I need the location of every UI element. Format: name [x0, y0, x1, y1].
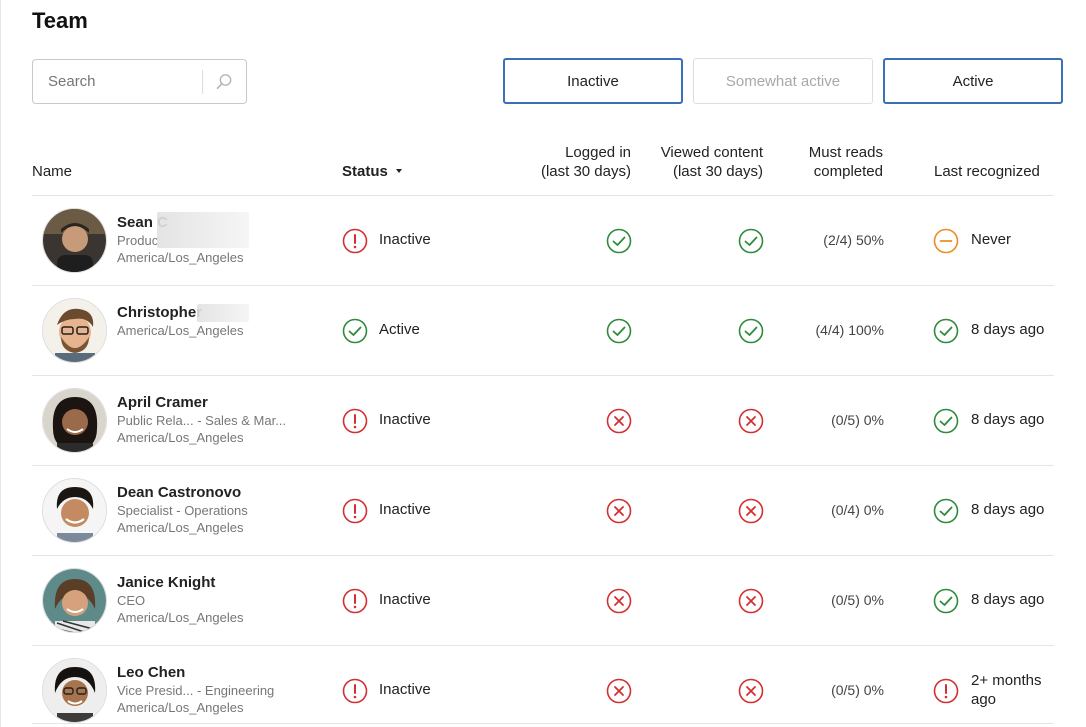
- user-name[interactable]: Janice Knight: [117, 574, 215, 591]
- check-icon: [738, 318, 764, 344]
- x-icon: [606, 678, 632, 704]
- last-recognized-value: 8 days ago: [971, 591, 1045, 608]
- check-icon: [933, 588, 959, 614]
- check-icon: [738, 228, 764, 254]
- must-reads-value: (0/5) 0%: [831, 682, 884, 698]
- table-row[interactable]: Sean C Produc America/Los_Angeles Inacti…: [1, 196, 1086, 286]
- user-role: Specialist - Operations: [117, 503, 248, 518]
- last-recognized-value: 8 days ago: [971, 321, 1045, 338]
- table-row[interactable]: Janice Knight CEO America/Los_Angeles In…: [1, 556, 1086, 646]
- status-text: Inactive: [379, 231, 431, 248]
- redaction-blur: [197, 304, 249, 322]
- team-page: Team Inactive Somewhat active Active Nam…: [0, 0, 1086, 727]
- x-icon: [606, 408, 632, 434]
- x-icon: [738, 588, 764, 614]
- column-header-last-recognized[interactable]: Last recognized: [934, 162, 1040, 181]
- user-role: CEO: [117, 593, 146, 608]
- check-icon: [933, 408, 959, 434]
- status-text: Inactive: [379, 591, 431, 608]
- user-timezone: America/Los_Angeles: [117, 700, 244, 715]
- table-row[interactable]: Leo Chen Vice Presid... - Engineering Am…: [1, 646, 1086, 727]
- search-divider: [202, 70, 203, 94]
- last-recognized-value: 8 days ago: [971, 411, 1045, 428]
- table-row[interactable]: Christopher America/Los_Angeles Active (…: [1, 286, 1086, 376]
- column-header-logged-in[interactable]: Logged in (last 30 days): [541, 143, 631, 181]
- user-role: Public Rela... - Sales & Mar...: [117, 413, 287, 428]
- user-name[interactable]: April Cramer: [117, 394, 208, 411]
- search-box[interactable]: [32, 59, 247, 104]
- avatar: [42, 568, 107, 633]
- x-icon: [606, 588, 632, 614]
- sort-down-icon: [396, 169, 403, 173]
- user-timezone: America/Los_Angeles: [117, 520, 244, 535]
- table-row[interactable]: April Cramer Public Rela... - Sales & Ma…: [1, 376, 1086, 466]
- user-timezone: America/Los_Angeles: [117, 610, 244, 625]
- search-input[interactable]: [34, 61, 202, 102]
- last-recognized-value: Never: [971, 231, 1012, 248]
- avatar: [42, 298, 107, 363]
- minus-icon: [933, 228, 959, 254]
- status-text: Inactive: [379, 411, 431, 428]
- page-title: Team: [32, 8, 88, 33]
- check-icon: [342, 318, 368, 344]
- filter-somewhat-active-button[interactable]: Somewhat active: [693, 58, 873, 104]
- column-header-status[interactable]: Status: [342, 162, 404, 181]
- viewed-header-line2: (last 30 days): [672, 163, 763, 180]
- column-header-must-reads[interactable]: Must reads completed: [809, 143, 883, 181]
- user-timezone: America/Los_Angeles: [117, 250, 244, 265]
- column-header-viewed-content[interactable]: Viewed content (last 30 days): [661, 143, 763, 181]
- check-icon: [606, 228, 632, 254]
- x-icon: [738, 408, 764, 434]
- last-recognized-value: 2+ months ago: [971, 672, 1042, 708]
- user-name[interactable]: Leo Chen: [117, 664, 185, 681]
- column-header-name[interactable]: Name: [32, 162, 72, 181]
- must-reads-header-line2: completed: [813, 163, 883, 180]
- avatar: [42, 478, 107, 543]
- last-recognized-value: 8 days ago: [971, 501, 1045, 518]
- table-row[interactable]: Dean Castronovo Specialist - Operations …: [1, 466, 1086, 556]
- search-icon[interactable]: [214, 72, 234, 92]
- must-reads-value: (0/5) 0%: [831, 412, 884, 428]
- must-reads-value: (0/4) 0%: [831, 502, 884, 518]
- user-name[interactable]: Dean Castronovo: [117, 484, 241, 501]
- x-icon: [738, 498, 764, 524]
- row-divider: [32, 723, 1054, 724]
- alert-icon: [342, 678, 368, 704]
- filter-inactive-button[interactable]: Inactive: [503, 58, 683, 104]
- must-reads-value: (4/4) 100%: [815, 322, 884, 338]
- user-role: Vice Presid... - Engineering: [117, 683, 275, 698]
- status-header-label: Status: [342, 163, 388, 180]
- must-reads-value: (0/5) 0%: [831, 592, 884, 608]
- avatar: [42, 388, 107, 453]
- user-role: Produc: [117, 233, 159, 248]
- redaction-blur: [157, 212, 249, 248]
- status-text: Inactive: [379, 501, 431, 518]
- filter-active-button[interactable]: Active: [883, 58, 1063, 104]
- must-reads-value: (2/4) 50%: [823, 232, 884, 248]
- alert-icon: [342, 588, 368, 614]
- user-timezone: America/Los_Angeles: [117, 430, 244, 445]
- avatar: [42, 208, 107, 273]
- alert-icon: [933, 678, 959, 704]
- avatar: [42, 658, 107, 723]
- alert-icon: [342, 408, 368, 434]
- check-icon: [606, 318, 632, 344]
- status-text: Inactive: [379, 681, 431, 698]
- x-icon: [738, 678, 764, 704]
- alert-icon: [342, 228, 368, 254]
- logged-in-header-line1: Logged in: [565, 144, 631, 161]
- check-icon: [933, 318, 959, 344]
- user-name[interactable]: Christopher: [117, 304, 202, 321]
- x-icon: [606, 498, 632, 524]
- alert-icon: [342, 498, 368, 524]
- viewed-header-line1: Viewed content: [660, 144, 763, 161]
- logged-in-header-line2: (last 30 days): [540, 163, 631, 180]
- status-text: Active: [379, 321, 420, 338]
- user-timezone: America/Los_Angeles: [117, 323, 244, 338]
- must-reads-header-line1: Must reads: [808, 144, 883, 161]
- check-icon: [933, 498, 959, 524]
